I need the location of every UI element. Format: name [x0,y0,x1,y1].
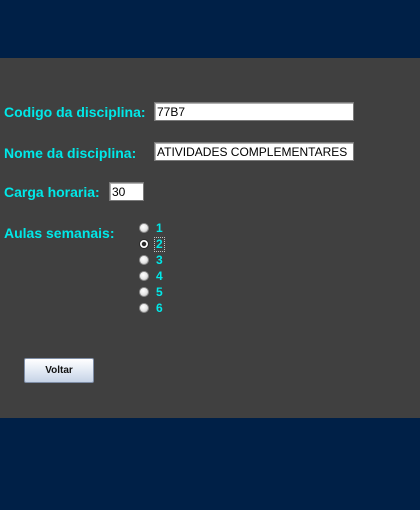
radio-6[interactable] [139,303,149,313]
radio-label-2: 2 [154,236,165,252]
aulas-label: Aulas semanais: [4,225,115,241]
aulas-option-2[interactable]: 2 [139,236,165,252]
carga-label: Carga horaria: [4,184,100,200]
bottom-band [0,418,420,510]
aulas-option-5[interactable]: 5 [139,284,164,300]
carga-input[interactable] [109,182,144,201]
radio-2-selected[interactable] [139,239,149,249]
voltar-button[interactable]: Voltar [24,358,94,383]
nome-input[interactable] [154,142,354,161]
radio-label-1: 1 [156,220,163,235]
codigo-input[interactable] [154,102,354,121]
radio-3[interactable] [139,255,149,265]
aulas-option-6[interactable]: 6 [139,300,164,316]
radio-1[interactable] [139,223,149,233]
nome-label: Nome da disciplina: [4,145,137,161]
aulas-option-4[interactable]: 4 [139,268,164,284]
radio-label-3: 3 [156,252,163,267]
aulas-option-3[interactable]: 3 [139,252,164,268]
radio-label-4: 4 [156,268,163,283]
radio-label-6: 6 [156,300,163,315]
aulas-option-1[interactable]: 1 [139,220,164,236]
codigo-label: Codigo da disciplina: [4,104,146,120]
top-band [0,0,420,58]
radio-5[interactable] [139,287,149,297]
radio-label-5: 5 [156,284,163,299]
radio-4[interactable] [139,271,149,281]
